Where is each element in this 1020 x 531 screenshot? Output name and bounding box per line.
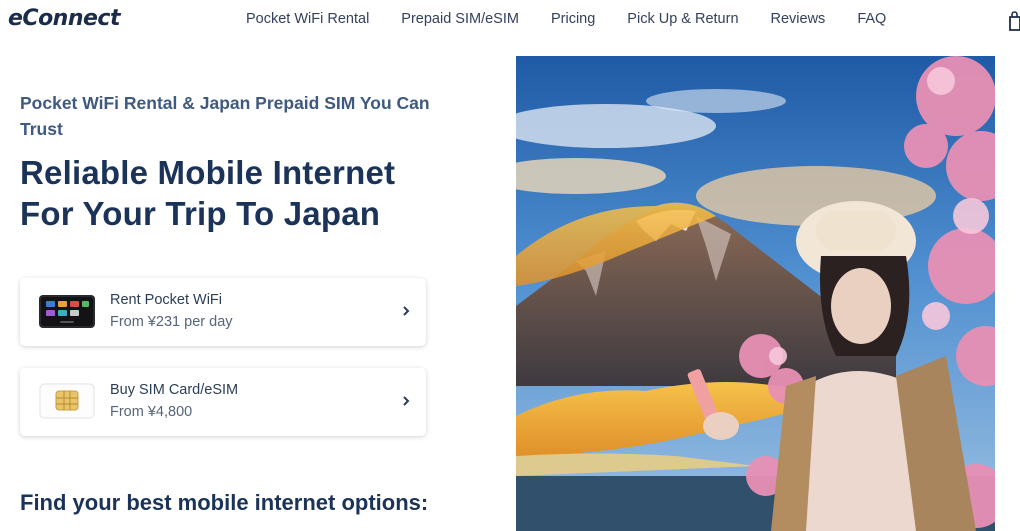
buy-sim-card[interactable]: Buy SIM Card/eSIM From ¥4,800	[20, 368, 426, 436]
page-title: Reliable Mobile Internet For Your Trip T…	[20, 152, 490, 234]
hero-image	[516, 56, 995, 531]
nav-prepaid-sim-esim[interactable]: Prepaid SIM/eSIM	[401, 11, 519, 27]
rent-pocket-wifi-card[interactable]: Rent Pocket WiFi From ¥231 per day	[20, 278, 426, 346]
logo[interactable]: eConnect	[8, 6, 120, 31]
main-nav: Pocket WiFi Rental Prepaid SIM/eSIM Pric…	[246, 11, 886, 27]
nav-reviews[interactable]: Reviews	[771, 11, 826, 27]
nav-pick-up-return[interactable]: Pick Up & Return	[627, 11, 738, 27]
shopping-bag-icon[interactable]	[1008, 11, 1020, 31]
card-price: From ¥4,800	[110, 404, 193, 420]
headline-line-2: For Your Trip To Japan	[20, 195, 381, 232]
site-header: eConnect Pocket WiFi Rental Prepaid SIM/…	[0, 0, 1020, 42]
chevron-right-icon	[403, 306, 410, 316]
headline-line-1: Reliable Mobile Internet	[20, 154, 396, 191]
find-options-heading: Find your best mobile internet options:	[20, 490, 429, 515]
nav-pricing[interactable]: Pricing	[551, 11, 595, 27]
card-title: Rent Pocket WiFi	[110, 292, 222, 308]
sim-card-icon	[39, 383, 95, 419]
nav-pocket-wifi-rental[interactable]: Pocket WiFi Rental	[246, 11, 369, 27]
card-title: Buy SIM Card/eSIM	[110, 382, 239, 398]
nav-faq[interactable]: FAQ	[857, 11, 886, 27]
pocket-wifi-device-icon	[39, 295, 95, 328]
hero-tagline: Pocket WiFi Rental & Japan Prepaid SIM Y…	[20, 93, 430, 139]
chevron-right-icon	[403, 396, 410, 406]
card-price: From ¥231 per day	[110, 314, 233, 330]
